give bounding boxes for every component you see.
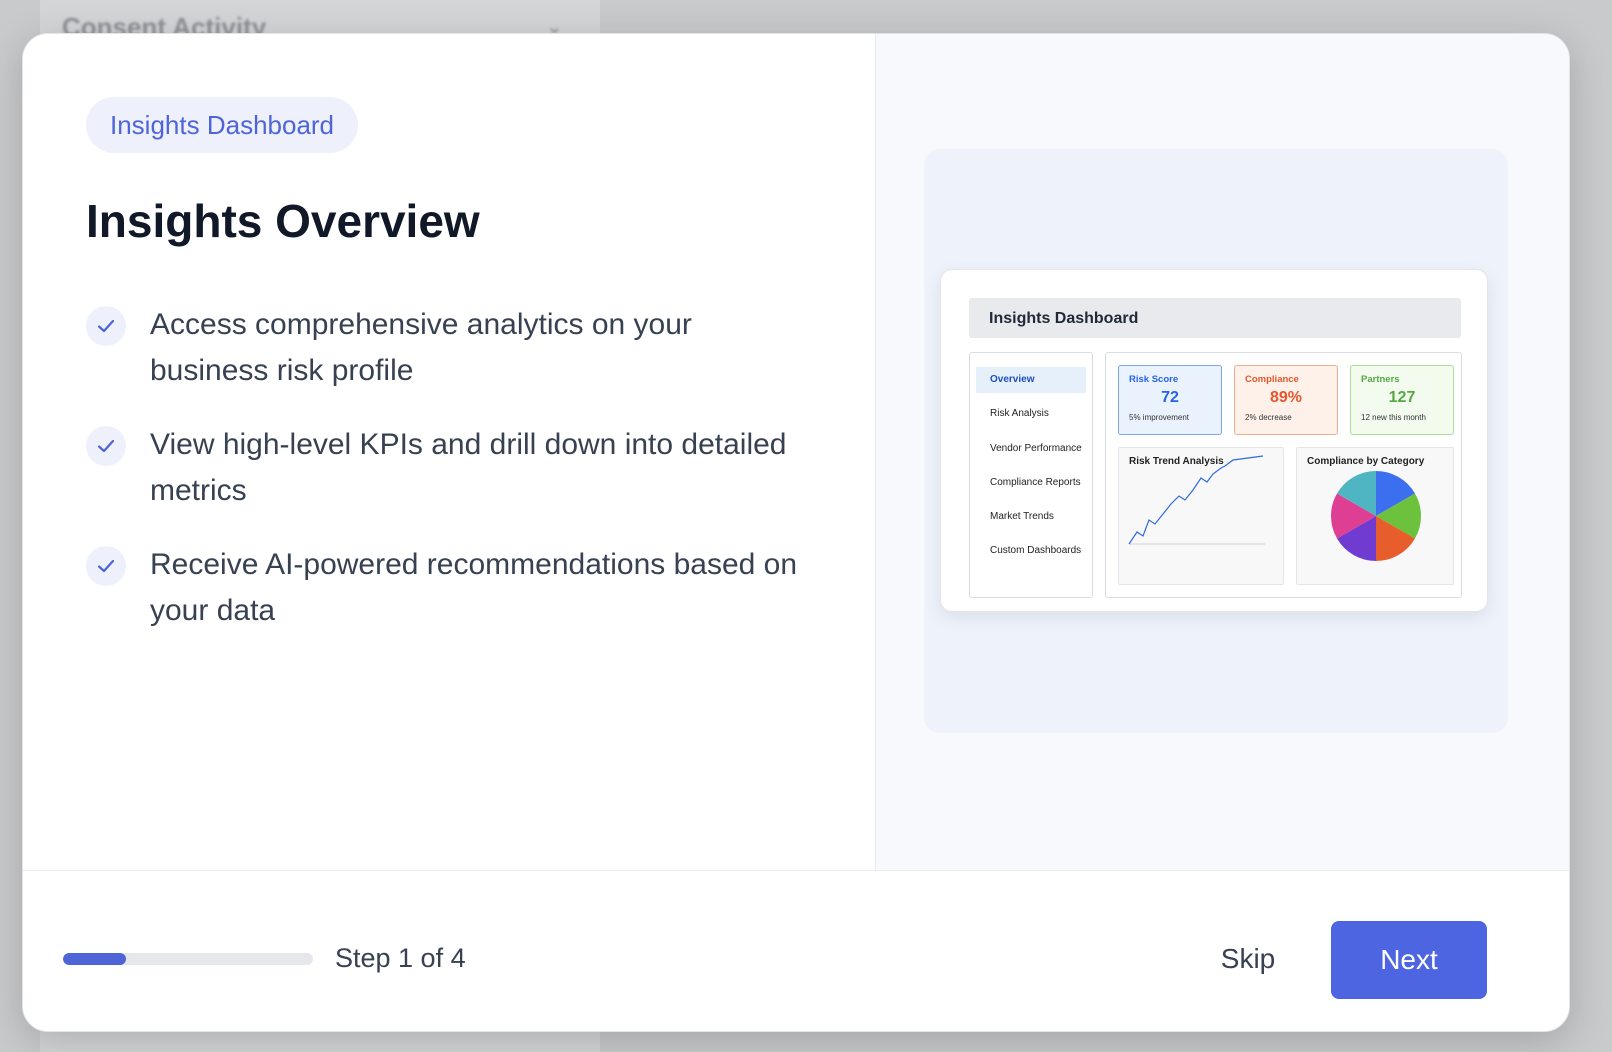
feature-item: Receive AI-powered recommendations based… (86, 542, 806, 634)
preview-nav-item-market-trends: Market Trends (990, 511, 1054, 522)
kpi-value: 89% (1269, 389, 1303, 406)
feature-item: Access comprehensive analytics on your b… (86, 302, 806, 394)
risk-trend-chart: Risk Trend Analysis (1118, 447, 1284, 585)
progress-bar-fill (63, 953, 126, 965)
pie-slices (1331, 471, 1421, 561)
kpi-card-compliance: Compliance 89% 2% decrease (1234, 365, 1338, 435)
compliance-pie-graphic (1331, 471, 1421, 561)
check-icon (86, 546, 126, 586)
preview-nav: Overview Risk Analysis Vendor Performanc… (969, 352, 1093, 598)
feature-list: Access comprehensive analytics on your b… (86, 302, 806, 662)
kpi-value: 127 (1388, 389, 1416, 406)
risk-trend-line-graphic (1128, 455, 1265, 545)
kpi-label: Risk Score (1129, 374, 1179, 385)
preview-main: Risk Score 72 5% improvement Compliance … (1105, 352, 1462, 598)
preview-nav-item-vendor-performance: Vendor Performance (990, 443, 1082, 454)
step-indicator: Step 1 of 4 (335, 943, 466, 973)
kpi-subtext: 2% decrease (1245, 413, 1292, 422)
modal-title: Insights Overview (86, 195, 480, 247)
feature-text: Receive AI-powered recommendations based… (150, 548, 798, 627)
next-button[interactable]: Next (1331, 921, 1487, 999)
onboarding-modal: Insights Dashboard Insights Overview Acc… (22, 33, 1570, 1032)
kpi-card-partners: Partners 127 12 new this month (1350, 365, 1454, 435)
feature-text: Access comprehensive analytics on your b… (150, 308, 692, 387)
kpi-card-risk-score: Risk Score 72 5% improvement (1118, 365, 1222, 435)
kpi-subtext: 5% improvement (1129, 413, 1190, 422)
modal-content: Insights Dashboard Insights Overview Acc… (23, 34, 875, 870)
kpi-label: Partners (1361, 374, 1400, 385)
kpi-label: Compliance (1245, 374, 1299, 385)
preview-panel: Insights Dashboard Overview Risk Analysi… (875, 34, 1569, 870)
preview-title: Insights Dashboard (969, 298, 1461, 338)
skip-button[interactable]: Skip (1203, 929, 1293, 989)
feature-text: View high-level KPIs and drill down into… (150, 428, 787, 507)
modal-footer: Step 1 of 4 Skip Next (23, 870, 1569, 1031)
preview-nav-item-compliance-reports: Compliance Reports (990, 477, 1081, 488)
feature-item: View high-level KPIs and drill down into… (86, 422, 806, 514)
section-tag: Insights Dashboard (86, 97, 359, 153)
check-icon (86, 426, 126, 466)
kpi-subtext: 12 new this month (1361, 413, 1426, 422)
kpi-value: 72 (1161, 389, 1179, 406)
preview-nav-item-custom-dashboards: Custom Dashboards (990, 545, 1082, 556)
check-icon (86, 306, 126, 346)
preview-nav-item-overview: Overview (976, 367, 1086, 393)
dashboard-preview: Insights Dashboard Overview Risk Analysi… (940, 269, 1488, 612)
preview-nav-item-risk-analysis: Risk Analysis (990, 408, 1049, 419)
chart-line (1128, 455, 1264, 545)
progress-bar (63, 953, 313, 965)
compliance-category-chart: Compliance by Category (1296, 447, 1454, 585)
